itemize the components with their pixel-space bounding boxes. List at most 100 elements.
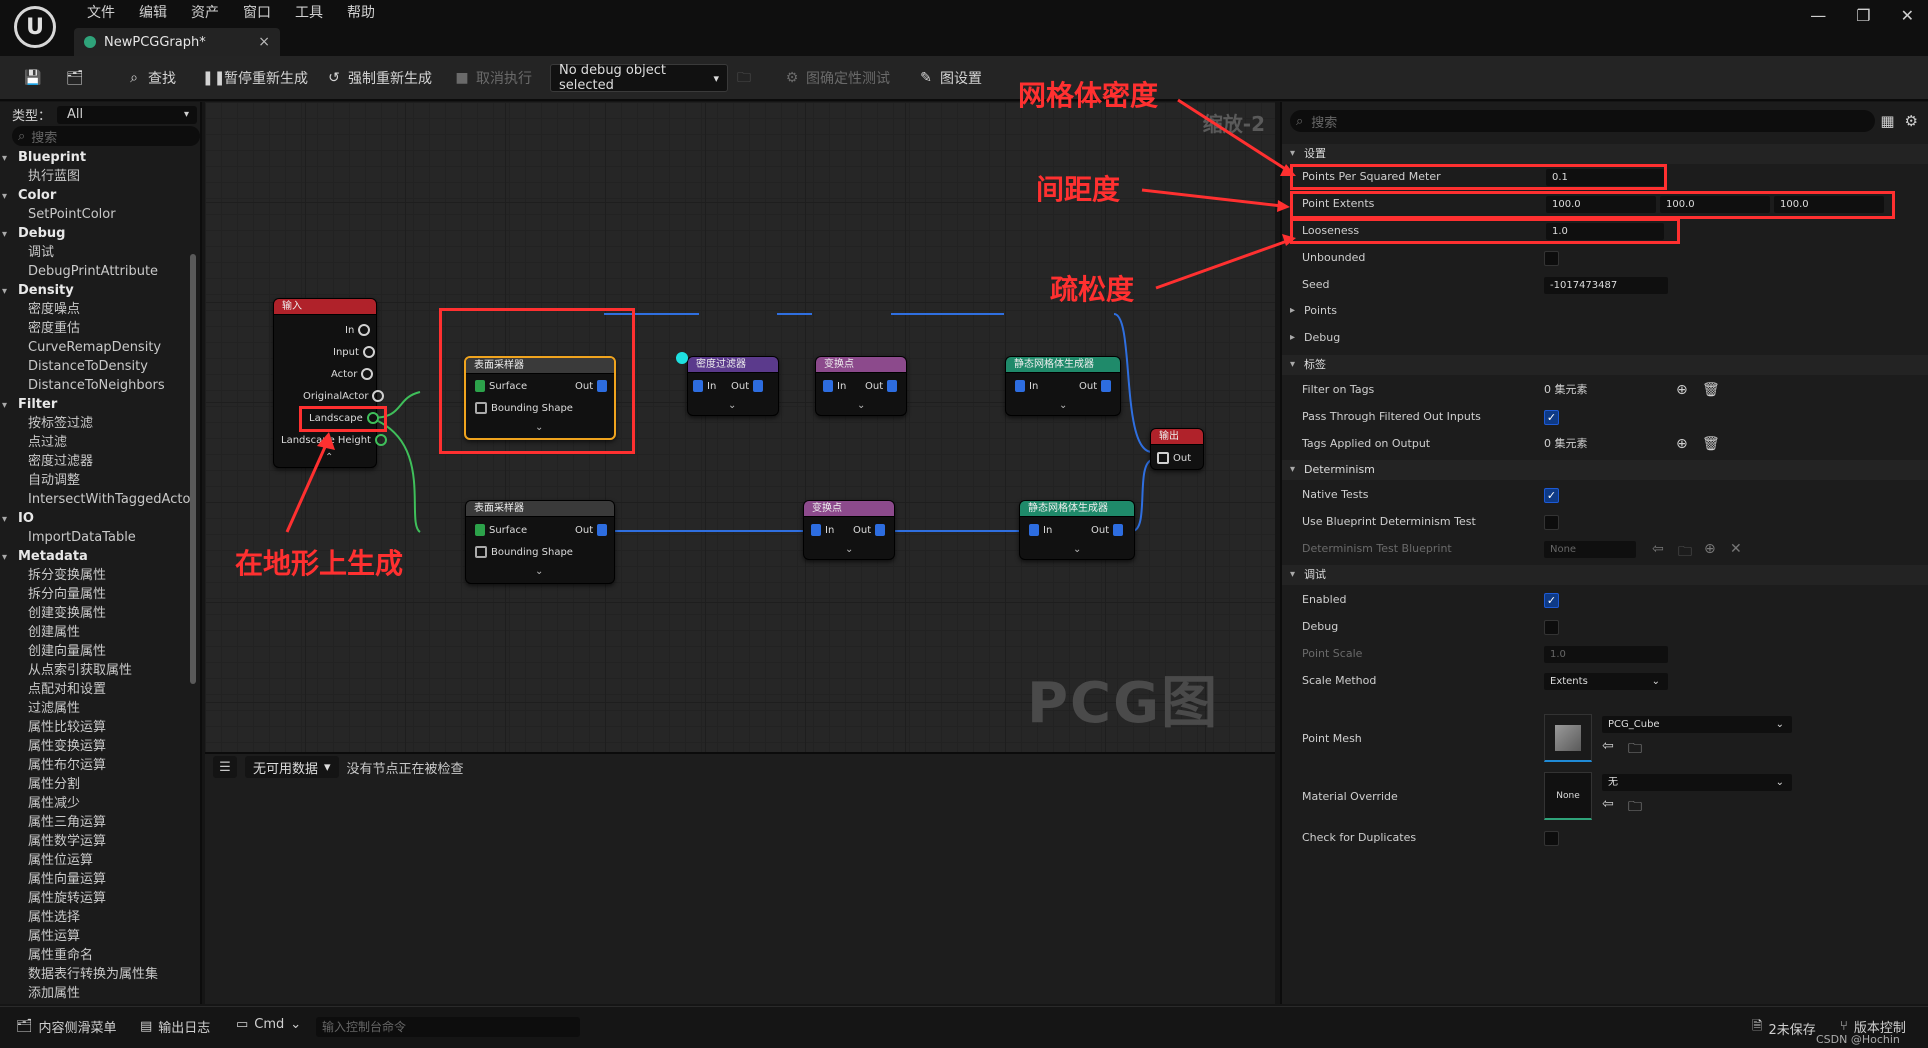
menu-help[interactable]: 帮助 bbox=[335, 2, 387, 24]
restore-icon[interactable]: ❐ bbox=[1856, 6, 1870, 25]
close-tab-icon[interactable]: × bbox=[258, 34, 270, 50]
pin-input[interactable]: Input bbox=[333, 346, 375, 358]
pin-in-spawner-2[interactable]: In bbox=[1029, 524, 1052, 536]
menu-edit[interactable]: 编辑 bbox=[127, 2, 179, 24]
graph-settings-button[interactable]: ✎ 图设置 bbox=[918, 66, 982, 90]
palette-scrollbar[interactable] bbox=[190, 254, 196, 684]
debug-browse-button[interactable]: 🗀 bbox=[736, 66, 752, 90]
pin-out-sampler-2[interactable]: Out bbox=[575, 524, 608, 536]
palette-item[interactable]: CurveRemapDensity bbox=[0, 338, 190, 357]
type-select[interactable]: All ▾ bbox=[57, 105, 198, 124]
use-selected-icon[interactable]: ⇦ bbox=[1652, 541, 1664, 557]
add-icon[interactable]: ⊕ bbox=[1676, 382, 1688, 398]
palette-item[interactable]: 属性选择 bbox=[0, 908, 190, 927]
clear-icon[interactable]: ✕ bbox=[1730, 541, 1742, 557]
palette-item[interactable]: 过滤属性 bbox=[0, 699, 190, 718]
palette-item[interactable]: 添加属性 bbox=[0, 984, 190, 1003]
palette-item[interactable]: SetPointColor bbox=[0, 205, 190, 224]
add-icon[interactable]: ⊕ bbox=[1676, 436, 1688, 452]
section-points[interactable]: Points bbox=[1282, 301, 1928, 321]
palette-item[interactable]: 点过滤 bbox=[0, 433, 190, 452]
point-scale-field[interactable]: 1.0 bbox=[1544, 646, 1668, 663]
section-debug-sub[interactable]: Debug bbox=[1282, 328, 1928, 348]
palette-category[interactable]: Metadata bbox=[0, 547, 190, 566]
debug-object-select[interactable]: No debug object selected ▾ bbox=[550, 63, 728, 93]
pause-regen-button[interactable]: ❚❚ 暂停重新生成 bbox=[202, 66, 308, 90]
native-tests-checkbox[interactable]: ✓ bbox=[1544, 488, 1559, 503]
chevron-down-icon[interactable]: ⌄ bbox=[1059, 400, 1067, 411]
palette-item[interactable]: IntersectWithTaggedActorG bbox=[0, 490, 190, 509]
chevron-up-icon[interactable]: ⌃ bbox=[325, 452, 333, 463]
unreal-logo-icon[interactable]: U bbox=[14, 6, 56, 48]
use-selected-icon[interactable]: ⇦ bbox=[1602, 796, 1614, 812]
minimize-icon[interactable]: — bbox=[1810, 6, 1826, 25]
pin-surface-2[interactable]: Surface bbox=[475, 524, 527, 536]
unbounded-checkbox[interactable] bbox=[1544, 251, 1559, 266]
pin-original-actor[interactable]: OriginalActor bbox=[303, 390, 385, 402]
seed-field[interactable]: -1017473487 bbox=[1544, 277, 1668, 294]
details-search-input[interactable]: ⌕ 搜索 bbox=[1290, 110, 1875, 132]
chevron-down-icon[interactable]: ⌄ bbox=[535, 566, 543, 577]
section-determinism[interactable]: Determinism bbox=[1282, 460, 1928, 480]
reroute-dot[interactable] bbox=[676, 352, 688, 364]
palette-item[interactable]: 属性运算 bbox=[0, 927, 190, 946]
menu-window[interactable]: 窗口 bbox=[231, 2, 283, 24]
palette-item[interactable]: 自动调整 bbox=[0, 471, 190, 490]
palette-item[interactable]: 点配对和设置 bbox=[0, 680, 190, 699]
palette-item[interactable]: 创建属性 bbox=[0, 623, 190, 642]
content-drawer-button[interactable]: 🗂 内容侧滑菜单 bbox=[16, 1017, 117, 1036]
palette-item[interactable]: 属性三角运算 bbox=[0, 813, 190, 832]
section-debugging[interactable]: 调试 bbox=[1282, 565, 1928, 585]
debug-data-select[interactable]: 无可用数据 ▾ bbox=[245, 756, 339, 778]
palette-search-input[interactable]: ⌕ 搜索 bbox=[12, 126, 200, 146]
material-override-select[interactable]: 无 ⌄ bbox=[1602, 774, 1792, 791]
palette-item[interactable]: 创建变换属性 bbox=[0, 604, 190, 623]
material-override-thumbnail[interactable]: None bbox=[1544, 772, 1592, 820]
save-button[interactable]: 💾 bbox=[24, 66, 41, 90]
palette-item[interactable]: 属性数学运算 bbox=[0, 832, 190, 851]
point-mesh-thumbnail[interactable] bbox=[1544, 714, 1592, 762]
output-log-button[interactable]: ▤ 输出日志 bbox=[140, 1017, 210, 1036]
palette-category[interactable]: Debug bbox=[0, 224, 190, 243]
point-mesh-select[interactable]: PCG_Cube ⌄ bbox=[1602, 716, 1792, 733]
palette-item[interactable]: 属性比较运算 bbox=[0, 718, 190, 737]
cancel-exec-button[interactable]: ■ 取消执行 bbox=[454, 66, 532, 90]
palette-item[interactable]: 调试 bbox=[0, 243, 190, 262]
pin-in[interactable]: In bbox=[345, 324, 371, 336]
section-tags[interactable]: 标签 bbox=[1282, 355, 1928, 375]
palette-category[interactable]: Blueprint bbox=[0, 148, 190, 167]
palette-item[interactable]: 拆分变换属性 bbox=[0, 566, 190, 585]
console-command-input[interactable]: 输入控制台命令 bbox=[316, 1017, 580, 1037]
pin-in-spawner-1[interactable]: In bbox=[1015, 380, 1038, 392]
pin-landscape-height[interactable]: Landscape Height bbox=[281, 434, 387, 446]
pin-in-transform-2[interactable]: In bbox=[811, 524, 834, 536]
palette-item[interactable]: 属性向量运算 bbox=[0, 870, 190, 889]
enabled-checkbox[interactable]: ✓ bbox=[1544, 593, 1559, 608]
pin-out-transform-1[interactable]: Out bbox=[865, 380, 898, 392]
palette-category[interactable]: Filter bbox=[0, 395, 190, 414]
force-regen-button[interactable]: ↺ 强制重新生成 bbox=[326, 66, 432, 90]
debug-checkbox[interactable] bbox=[1544, 620, 1559, 635]
palette-item[interactable]: DistanceToNeighbors bbox=[0, 376, 190, 395]
pin-out-spawner-2[interactable]: Out bbox=[1091, 524, 1124, 536]
palette-category[interactable]: Color bbox=[0, 186, 190, 205]
menu-tools[interactable]: 工具 bbox=[283, 2, 335, 24]
palette-item[interactable]: 属性分割 bbox=[0, 775, 190, 794]
palette-category[interactable]: Density bbox=[0, 281, 190, 300]
trash-icon[interactable]: 🗑 bbox=[1702, 436, 1720, 452]
pin-out-transform-2[interactable]: Out bbox=[853, 524, 886, 536]
use-bp-determinism-checkbox[interactable] bbox=[1544, 515, 1559, 530]
browse-button[interactable]: 🗂 bbox=[66, 66, 84, 90]
pin-in-density[interactable]: In bbox=[693, 380, 716, 392]
palette-item[interactable]: 拆分向量属性 bbox=[0, 585, 190, 604]
palette-item[interactable]: 数据表行转换为属性集 bbox=[0, 965, 190, 984]
pin-out-spawner-1[interactable]: Out bbox=[1079, 380, 1112, 392]
browse-icon[interactable]: 🗀 bbox=[1628, 738, 1642, 762]
browse-icon[interactable]: 🗀 bbox=[1628, 796, 1642, 820]
trash-icon[interactable]: 🗑 bbox=[1702, 382, 1720, 398]
palette-item[interactable]: 属性减少 bbox=[0, 794, 190, 813]
pin-actor[interactable]: Actor bbox=[331, 368, 374, 380]
table-view-icon[interactable]: ▦ bbox=[1880, 112, 1894, 130]
scale-method-select[interactable]: Extents ⌄ bbox=[1544, 673, 1668, 690]
chevron-down-icon[interactable]: ⌄ bbox=[728, 400, 736, 411]
